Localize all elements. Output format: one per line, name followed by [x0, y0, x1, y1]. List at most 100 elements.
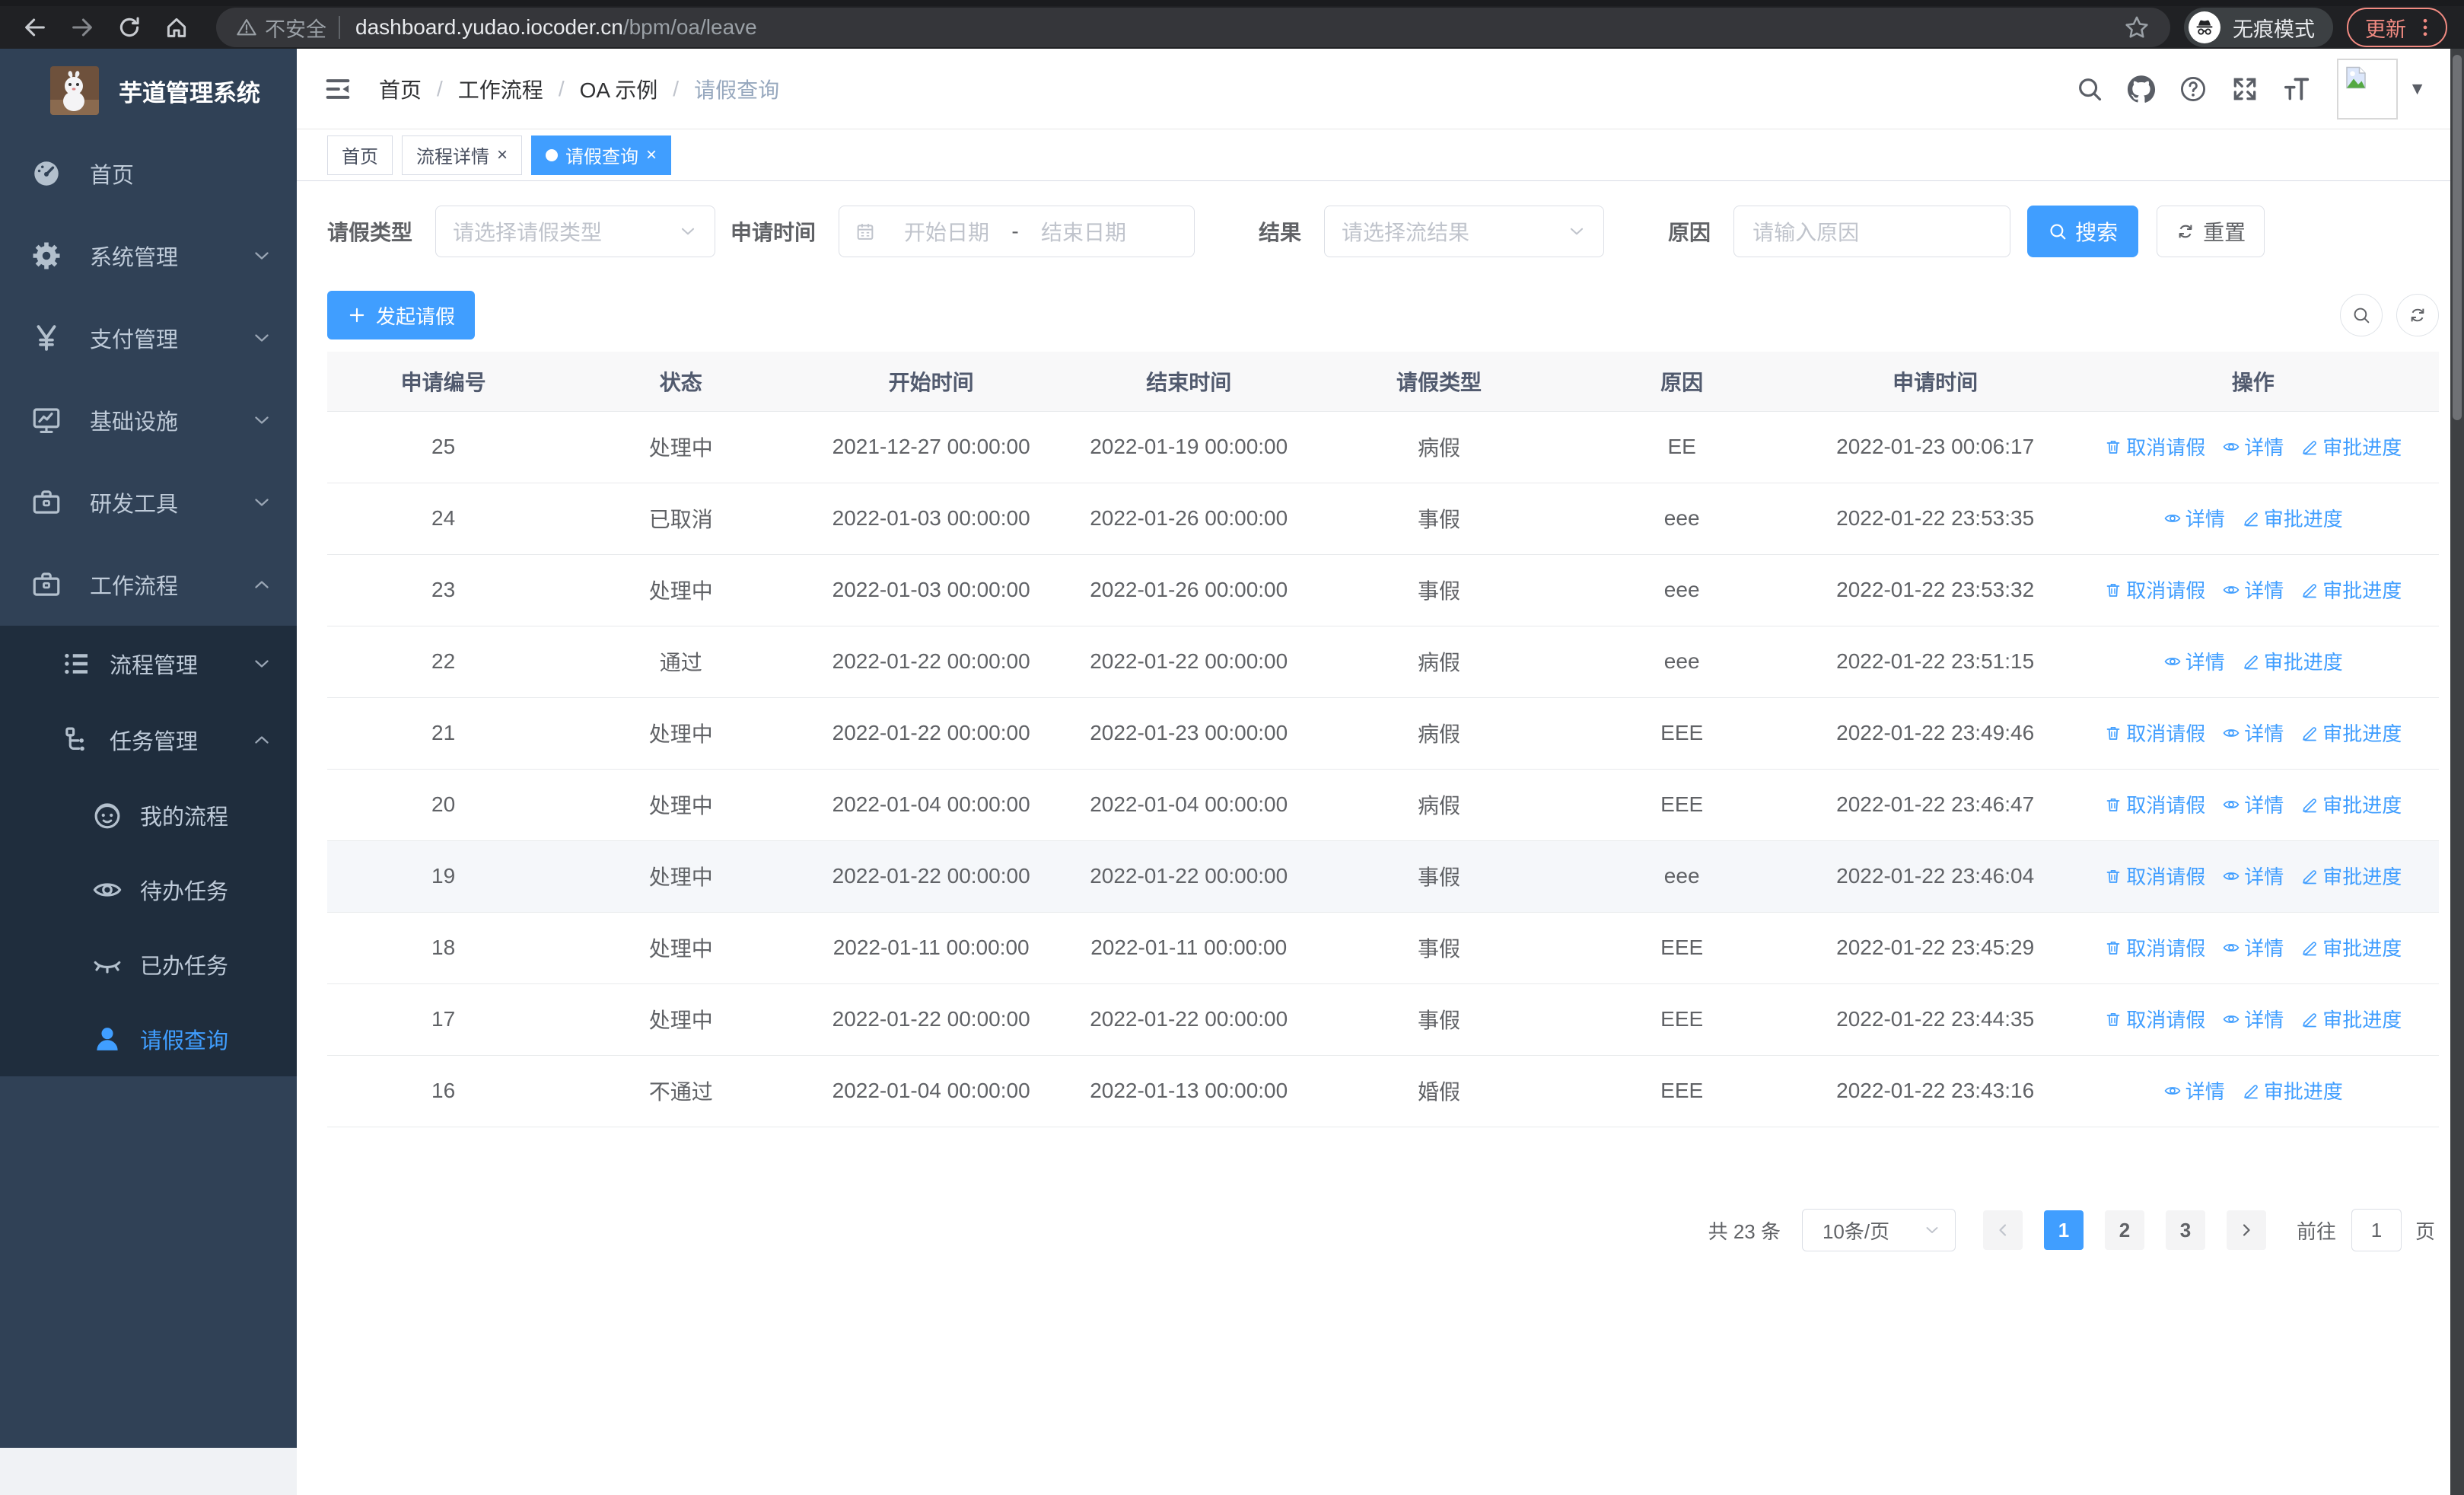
breadcrumb-item[interactable]: 首页: [379, 74, 422, 104]
sidebar-item-系统管理[interactable]: 系统管理: [0, 215, 297, 297]
tab-close-icon[interactable]: ×: [646, 145, 657, 164]
cell-apply_time: 2022-01-22 23:46:47: [1803, 769, 2068, 841]
page-button-3[interactable]: 3: [2165, 1210, 2205, 1250]
fullscreen-icon[interactable]: [2230, 75, 2259, 104]
detail-link[interactable]: 详情: [2222, 432, 2284, 461]
approval-progress-link[interactable]: 审批进度: [2242, 647, 2343, 675]
browser-update-button[interactable]: 更新: [2347, 8, 2447, 47]
avatar-dropdown-caret[interactable]: ▼: [2408, 78, 2426, 99]
page-size-select[interactable]: 10条/页: [1801, 1209, 1956, 1251]
detail-link[interactable]: 详情: [2222, 790, 2284, 818]
kebab-menu-icon[interactable]: [2414, 14, 2437, 40]
approval-progress-link[interactable]: 审批进度: [2242, 504, 2343, 532]
sidebar-item-已办任务[interactable]: 已办任务: [0, 927, 297, 1002]
breadcrumb-item[interactable]: 工作流程: [458, 74, 543, 104]
cell-reason: EEE: [1560, 1055, 1803, 1127]
cancel-leave-link[interactable]: 取消请假: [2104, 575, 2205, 604]
approval-progress-link[interactable]: 审批进度: [2300, 1005, 2402, 1033]
cell-start: 2022-01-04 00:00:00: [802, 1055, 1060, 1127]
sidebar-item-我的流程[interactable]: 我的流程: [0, 778, 297, 853]
cancel-leave-link[interactable]: 取消请假: [2104, 432, 2205, 461]
column-header-原因: 原因: [1560, 352, 1803, 412]
detail-link[interactable]: 详情: [2222, 862, 2284, 890]
approval-progress-link[interactable]: 审批进度: [2300, 790, 2402, 818]
browser-forward-button[interactable]: [65, 11, 99, 44]
hide-search-button[interactable]: [2340, 294, 2383, 336]
detail-link[interactable]: 详情: [2222, 933, 2284, 961]
goto-page-input[interactable]: 1: [2351, 1209, 2402, 1251]
create-leave-button[interactable]: 发起请假: [327, 291, 476, 339]
tab-请假查询[interactable]: 请假查询 ×: [531, 135, 672, 175]
approval-progress-link[interactable]: 审批进度: [2242, 1076, 2343, 1105]
bookmark-star-icon[interactable]: [2123, 14, 2150, 41]
cell-end: 2022-01-22 00:00:00: [1059, 840, 1318, 913]
sidebar-item-首页[interactable]: 首页: [0, 132, 297, 215]
leave-type-select[interactable]: 请选择请假类型: [435, 206, 716, 257]
sidebar-item-研发工具[interactable]: 研发工具: [0, 461, 297, 543]
sidebar-item-流程管理[interactable]: 流程管理: [0, 626, 297, 702]
prev-page-button[interactable]: [1982, 1210, 2023, 1250]
detail-link[interactable]: 详情: [2163, 1076, 2225, 1105]
result-select[interactable]: 请选择流结果: [1324, 206, 1605, 257]
cancel-leave-link[interactable]: 取消请假: [2104, 933, 2205, 961]
tab-流程详情[interactable]: 流程详情 ×: [402, 135, 523, 175]
help-icon[interactable]: [2179, 75, 2208, 104]
cell-type: 事假: [1317, 483, 1561, 555]
user-avatar[interactable]: [2337, 58, 2399, 120]
sidebar-collapse-icon[interactable]: [323, 74, 353, 104]
sidebar-logo[interactable]: 芋道管理系统: [0, 49, 297, 132]
reason-input[interactable]: 请输入原因: [1733, 206, 2011, 257]
approval-progress-link[interactable]: 审批进度: [2300, 933, 2402, 961]
logo-image: [50, 66, 99, 115]
page-scrollbar[interactable]: [2450, 49, 2464, 1495]
scrollbar-thumb[interactable]: [2453, 55, 2462, 420]
search-icon[interactable]: [2075, 75, 2104, 104]
end-date-placeholder[interactable]: 结束日期: [1027, 216, 1141, 247]
sidebar-item-基础设施[interactable]: 基础设施: [0, 379, 297, 461]
navbar-actions: ▼: [2052, 58, 2426, 120]
cell-actions: 取消请假 详情 审批进度: [2067, 983, 2439, 1056]
approval-progress-link[interactable]: 审批进度: [2300, 862, 2402, 890]
sidebar-item-请假查询[interactable]: 请假查询: [0, 1002, 297, 1076]
next-page-button[interactable]: [2226, 1210, 2266, 1250]
reset-button[interactable]: 重置: [2157, 206, 2265, 257]
breadcrumb-item[interactable]: OA 示例: [580, 74, 658, 104]
start-date-placeholder[interactable]: 开始日期: [890, 216, 1004, 247]
sidebar-item-工作流程[interactable]: 工作流程: [0, 543, 297, 626]
tab-close-icon[interactable]: ×: [497, 145, 508, 164]
detail-link[interactable]: 详情: [2163, 504, 2225, 532]
cancel-leave-link[interactable]: 取消请假: [2104, 1005, 2205, 1033]
github-icon[interactable]: [2127, 75, 2156, 104]
detail-link[interactable]: 详情: [2163, 647, 2225, 675]
reason-placeholder: 请输入原因: [1752, 221, 1860, 244]
column-header-请假类型: 请假类型: [1317, 352, 1561, 412]
page-button-1[interactable]: 1: [2043, 1210, 2084, 1250]
security-label[interactable]: 不安全: [265, 13, 326, 43]
apply-time-range-picker[interactable]: 开始日期 - 结束日期: [839, 206, 1195, 257]
font-size-icon[interactable]: [2282, 75, 2311, 104]
detail-link[interactable]: 详情: [2222, 1005, 2284, 1033]
tab-首页[interactable]: 首页: [327, 135, 393, 175]
detail-link[interactable]: 详情: [2222, 575, 2284, 604]
sidebar-item-任务管理[interactable]: 任务管理: [0, 702, 297, 778]
flow-tree-icon: [61, 724, 93, 756]
cancel-leave-link[interactable]: 取消请假: [2104, 719, 2205, 747]
sidebar-item-待办任务[interactable]: 待办任务: [0, 853, 297, 927]
cell-id: 20: [327, 769, 560, 841]
sidebar-item-支付管理[interactable]: 支付管理: [0, 297, 297, 379]
address-bar[interactable]: 不安全 dashboard.yudao.iocoder.cn /bpm/oa/l…: [216, 8, 2170, 47]
page-button-2[interactable]: 2: [2104, 1210, 2144, 1250]
cancel-leave-link[interactable]: 取消请假: [2104, 862, 2205, 890]
approval-progress-link[interactable]: 审批进度: [2300, 719, 2402, 747]
detail-link[interactable]: 详情: [2222, 719, 2284, 747]
browser-back-button[interactable]: [18, 11, 52, 44]
broken-image-icon: [2342, 64, 2370, 91]
browser-reload-button[interactable]: [113, 11, 146, 44]
approval-progress-link[interactable]: 审批进度: [2300, 432, 2402, 461]
approval-progress-link[interactable]: 审批进度: [2300, 575, 2402, 604]
search-button[interactable]: 搜索: [2027, 206, 2139, 257]
refresh-table-button[interactable]: [2396, 294, 2439, 336]
cancel-leave-link[interactable]: 取消请假: [2104, 790, 2205, 818]
action-label: 审批进度: [2322, 436, 2402, 460]
browser-home-button[interactable]: [160, 11, 193, 44]
